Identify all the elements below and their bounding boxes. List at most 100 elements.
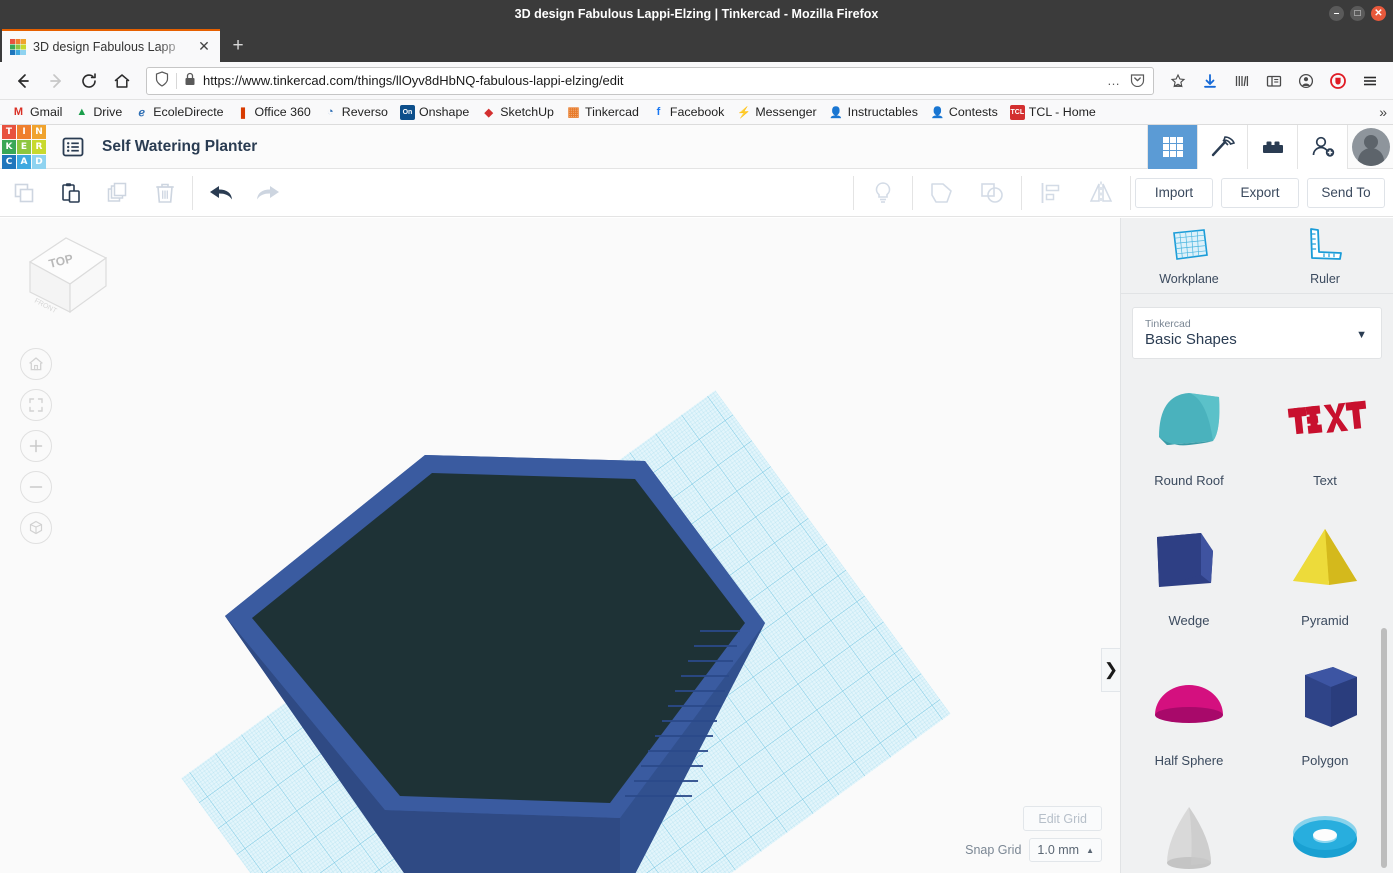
user-avatar[interactable] [1347,125,1393,169]
window-title: 3D design Fabulous Lappi-Elzing | Tinker… [515,7,879,21]
bookmark-label: TCL - Home [1029,105,1096,119]
reload-button[interactable] [74,66,104,96]
shape-wedge[interactable]: Wedge [1121,511,1257,651]
bookmark-favicon-icon: 👤 [930,105,945,120]
copy-button[interactable] [0,169,47,217]
url-text[interactable]: https://www.tinkercad.com/things/llOyv8d… [203,73,1100,88]
bookmark-label: Instructables [848,105,918,119]
home-button[interactable] [107,66,137,96]
browser-tab[interactable]: 3D design Fabulous Lapp ✕ [2,29,220,62]
shape-round-roof[interactable]: Round Roof [1121,371,1257,511]
back-button[interactable] [8,66,38,96]
bookmarks-bar: MGmail▲DriveℯEcoleDirecte❚Office 360◔Rev… [0,100,1393,125]
library-icon[interactable] [1227,66,1257,96]
tinker-tab[interactable] [1197,125,1247,169]
bookmark-drive[interactable]: ▲Drive [69,103,127,122]
forward-button[interactable] [41,66,71,96]
mirror-button[interactable] [1076,169,1126,217]
tinkercad-favicon-icon [10,39,26,55]
bookmark-messenger[interactable]: ⚡Messenger [731,103,821,122]
chevron-down-icon[interactable]: ▼ [1356,329,1367,341]
blocks-tab[interactable] [1247,125,1297,169]
invite-people-tab[interactable] [1297,125,1347,169]
shape-polygon[interactable]: Polygon [1257,651,1393,791]
shape-library-select[interactable]: Tinkercad Basic Shapes ▼ [1132,307,1382,359]
maximize-button[interactable]: □ [1350,6,1365,21]
tracking-protection-shield-icon[interactable] [155,71,169,90]
ruler-tool[interactable]: Ruler [1257,218,1393,293]
shape-pyramid[interactable]: Pyramid [1257,511,1393,651]
window-titlebar: 3D design Fabulous Lappi-Elzing | Tinker… [0,0,1393,27]
shape-cone[interactable] [1121,791,1257,873]
shape-half-sphere[interactable]: Half Sphere [1121,651,1257,791]
bookmark-favicon-icon: ❚ [236,105,251,120]
panel-toggle-button[interactable]: ❯ [1101,648,1120,692]
close-button[interactable]: ✕ [1371,6,1386,21]
export-button[interactable]: Export [1221,178,1299,208]
view-cube[interactable]: TOP FRONT [18,230,114,326]
logo-letter: A [17,155,31,169]
align-button[interactable] [1026,169,1076,217]
app-header: TINKERCAD Self Watering Planter [0,125,1393,169]
menu-icon[interactable] [1355,66,1385,96]
duplicate-button[interactable] [94,169,141,217]
document-title[interactable]: Self Watering Planter [102,138,257,156]
bookmark-sketchup[interactable]: ◆SketchUp [476,103,559,122]
3d-viewport[interactable]: Workplane [0,218,1120,873]
send-to-button[interactable]: Send To [1307,178,1385,208]
sidebar-icon[interactable] [1259,66,1289,96]
bookmark-tinkercad[interactable]: ▦Tinkercad [561,103,644,122]
tinkercad-logo[interactable]: TINKERCAD [0,125,48,169]
trash-button[interactable] [141,169,188,217]
workplane-icon [1167,225,1211,265]
url-bar[interactable]: https://www.tinkercad.com/things/llOyv8d… [146,67,1154,95]
3d-scene[interactable]: Workplane [0,218,1120,873]
library-name-label: Basic Shapes [1145,331,1369,348]
bookmark-onshape[interactable]: OnOnshape [395,103,474,122]
bookmark-office-360[interactable]: ❚Office 360 [231,103,316,122]
bookmark-contests[interactable]: 👤Contests [925,103,1003,122]
bookmark-favicon-icon: ▦ [566,105,581,120]
edit-grid-button[interactable]: Edit Grid [1023,806,1102,831]
minimize-button[interactable]: – [1329,6,1344,21]
snap-grid-select[interactable]: 1.0 mm ▲ [1029,838,1102,862]
bookmarks-overflow-icon[interactable]: » [1379,104,1387,120]
bookmark-instructables[interactable]: 👤Instructables [824,103,923,122]
shape-wedge-thumbnail [1137,511,1241,607]
app-toolbar: Import Export Send To [0,169,1393,217]
panel-scrollbar-thumb[interactable] [1381,628,1387,868]
fit-to-screen-button[interactable] [20,389,52,421]
zoom-in-button[interactable] [20,430,52,462]
extension-icon[interactable] [1323,66,1353,96]
redo-button[interactable] [244,169,291,217]
shape-torus[interactable] [1257,791,1393,873]
account-icon[interactable] [1291,66,1321,96]
bookmark-tcl-home[interactable]: TCLTCL - Home [1005,103,1101,122]
bookmark-star-icon[interactable] [1163,66,1193,96]
tab-close-icon[interactable]: ✕ [196,39,212,55]
tinkercad-app: TINKERCAD Self Watering Planter [0,125,1393,873]
import-button[interactable]: Import [1135,178,1213,208]
save-to-pocket-icon[interactable] [1130,72,1145,90]
designs-grid-tab[interactable] [1147,125,1197,169]
lightbulb-button[interactable] [858,169,908,217]
bookmark-ecoledirecte[interactable]: ℯEcoleDirecte [129,103,228,122]
downloads-icon[interactable] [1195,66,1225,96]
undo-button[interactable] [197,169,244,217]
zoom-out-button[interactable] [20,471,52,503]
shape-text[interactable]: Text [1257,371,1393,511]
new-tab-button[interactable]: + [220,29,256,62]
project-list-icon[interactable] [56,125,90,169]
paste-button[interactable] [47,169,94,217]
ungroup-button[interactable] [967,169,1017,217]
home-view-button[interactable] [20,348,52,380]
workplane-tool[interactable]: Workplane [1121,218,1257,293]
orthographic-toggle-button[interactable] [20,512,52,544]
bookmark-facebook[interactable]: fFacebook [646,103,729,122]
page-actions-icon[interactable]: … [1107,73,1120,88]
bookmark-gmail[interactable]: MGmail [6,103,67,122]
bookmark-reverso[interactable]: ◔Reverso [318,103,393,122]
shape-wedge-label: Wedge [1169,613,1210,628]
group-button[interactable] [917,169,967,217]
urlbar-actions: … [1107,72,1145,90]
